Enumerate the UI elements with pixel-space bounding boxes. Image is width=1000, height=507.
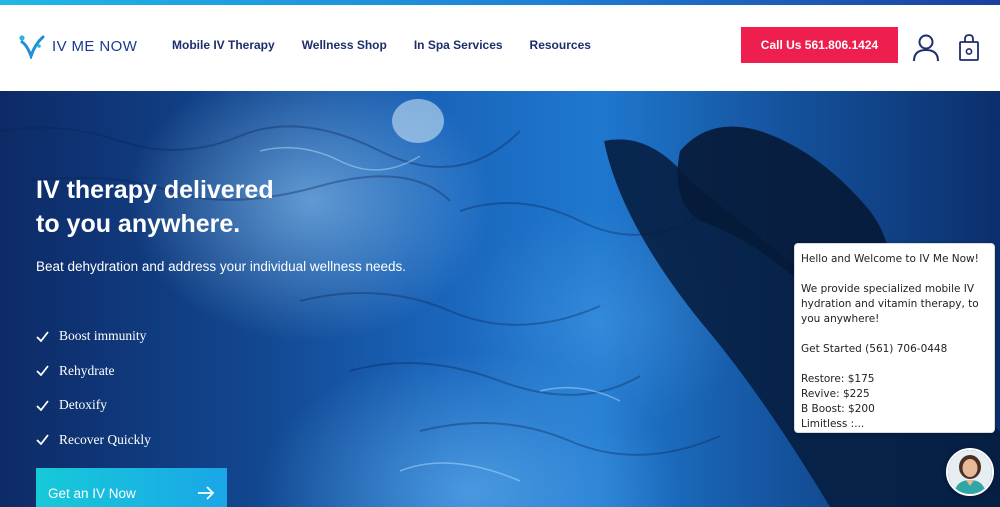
brand-logo[interactable]: IV ME NOW [18,33,137,59]
headline-line-2: to you anywhere. [36,210,241,238]
benefit-label: Detoxify [59,397,107,413]
chat-price-b-boost: B Boost: $200 [801,403,875,415]
check-icon [36,365,49,377]
chat-popup[interactable]: Hello and Welcome to IV Me Now! We provi… [794,243,995,433]
call-us-button[interactable]: Call Us 561.806.1424 [741,27,898,63]
get-an-iv-now-button[interactable]: Get an IV Now [36,468,227,507]
site-header: IV ME NOW Mobile IV Therapy Wellness Sho… [0,5,1000,91]
check-icon [36,331,49,342]
arrow-right-icon [198,486,215,500]
hero-subheadline: Beat dehydration and address your indivi… [36,259,406,274]
benefits-list: Boost immunity Rehydrate Detoxify Recove… [36,319,296,457]
list-item: Recover Quickly [36,423,296,458]
benefit-label: Boost immunity [59,328,147,344]
chat-price-restore: Restore: $175 [801,373,875,385]
benefit-label: Rehydrate [59,362,115,378]
nav-item-mobile-iv-therapy[interactable]: Mobile IV Therapy [172,38,275,52]
shopping-bag-icon[interactable] [958,34,980,62]
avatar-image [948,450,992,494]
list-item: Boost immunity [36,319,296,354]
user-icon[interactable] [911,32,941,62]
chat-price-revive: Revive: $225 [801,388,870,400]
nav-item-resources[interactable]: Resources [530,38,591,52]
brand-name: IV ME NOW [52,37,138,55]
hero-headline: IV therapy delivered to you anywhere. [36,173,436,241]
chat-price-limitless: Limitless :... [801,418,865,430]
logo-mark-icon [19,35,45,59]
chat-agent-avatar[interactable] [946,448,994,496]
chat-get-started: Get Started (561) 706-0448 [801,343,948,355]
chat-intro: We provide specialized mobile IV hydrati… [801,283,979,325]
list-item: Detoxify [36,388,296,423]
chat-greeting: Hello and Welcome to IV Me Now! [801,253,979,265]
main-nav: Mobile IV Therapy Wellness Shop In Spa S… [172,38,591,52]
headline-line-1: IV therapy delivered [36,176,274,204]
cta-label: Get an IV Now [48,485,136,501]
nav-item-in-spa-services[interactable]: In Spa Services [414,38,503,52]
check-icon [36,434,49,446]
nav-item-wellness-shop[interactable]: Wellness Shop [302,38,387,52]
list-item: Rehydrate [36,354,296,389]
benefit-label: Recover Quickly [59,431,151,447]
check-icon [36,400,49,411]
